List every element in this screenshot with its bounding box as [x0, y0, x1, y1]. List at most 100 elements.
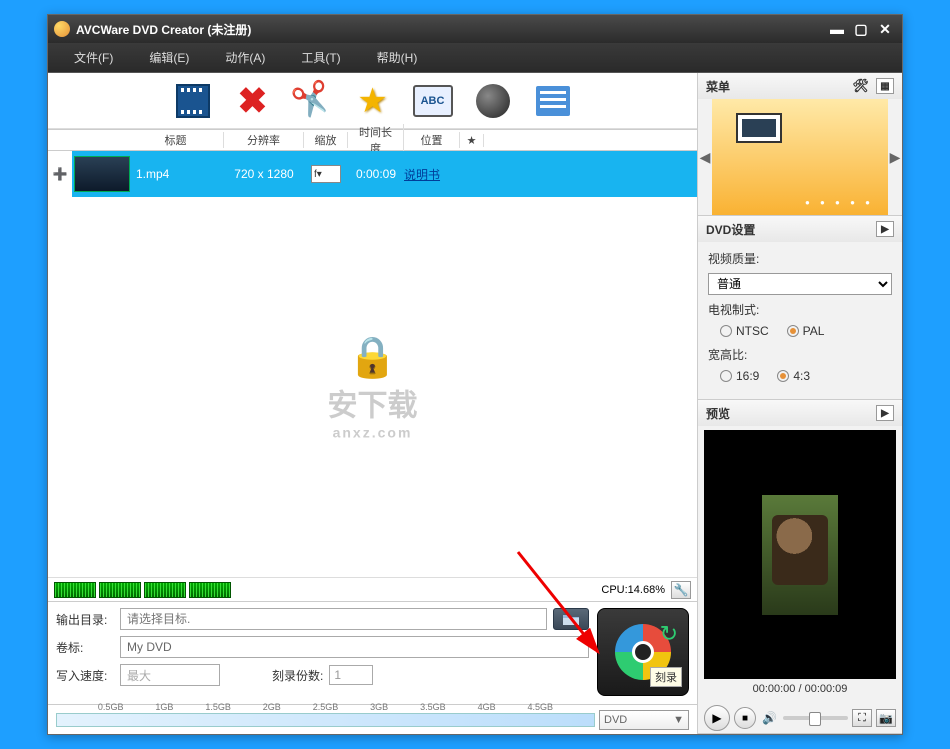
output-panel: 输出目录: 卷标: 写入速度: 刻录份数: [48, 601, 697, 704]
row-resolution: 720 x 1280 [224, 167, 304, 181]
delete-button[interactable]: ✖ [232, 80, 274, 122]
preview-image [762, 495, 838, 615]
minimize-button[interactable]: ▬ [826, 20, 848, 38]
col-star[interactable]: ★ [460, 134, 484, 147]
output-dir-input[interactable] [120, 608, 547, 630]
toolbar: ✖ ✂️ ★ ABC [48, 73, 697, 129]
row-duration: 0:00:09 [348, 167, 404, 181]
maximize-button[interactable]: ▢ [850, 20, 872, 38]
row-thumbnail [74, 156, 130, 192]
capacity-bar: 0.5GB 1GB 1.5GB 2GB 2.5GB 3GB 3.5GB 4GB … [56, 713, 595, 727]
speaker-icon [476, 84, 510, 118]
row-position-link[interactable]: 说明书 [404, 166, 460, 183]
menu-section-title: 菜单 [706, 78, 730, 95]
app-logo-icon [54, 21, 70, 37]
scissors-icon: ✂️ [289, 78, 336, 124]
aspect-label: 宽高比: [708, 346, 892, 363]
cpu-graph-3 [144, 582, 186, 598]
delete-icon: ✖ [237, 80, 267, 122]
dvd-settings-expand-button[interactable]: ▶ [876, 221, 894, 237]
preview-title: 预览 [706, 405, 730, 422]
output-dir-label: 输出目录: [56, 611, 114, 628]
menu-tools[interactable]: 工具(T) [283, 45, 358, 70]
preview-viewport [704, 430, 896, 679]
main-panel: ✖ ✂️ ★ ABC 标题 分辨率 缩放 时间长度 位置 ★ ➕ 1.mp [48, 73, 698, 734]
menubar: 文件(F) 编辑(E) 动作(A) 工具(T) 帮助(H) [48, 43, 902, 73]
disc-format-select[interactable]: DVD▼ [599, 710, 689, 730]
menu-slot-thumbnail [736, 113, 782, 143]
menu-action[interactable]: 动作(A) [207, 45, 283, 70]
cpu-graph-4 [189, 582, 231, 598]
row-zoom-select[interactable]: f ▾ [311, 165, 341, 183]
volume-label: 卷标: [56, 639, 114, 656]
table-header: 标题 分辨率 缩放 时间长度 位置 ★ [48, 129, 697, 151]
burn-arrow-icon: ↻ [660, 621, 678, 647]
effects-button[interactable]: ★ [352, 80, 394, 122]
burn-button[interactable]: ↻ 刻录 [597, 608, 689, 696]
radio-4-3[interactable]: 4:3 [777, 369, 810, 383]
tv-label: 电视制式: [708, 301, 892, 318]
abc-icon: ABC [413, 85, 453, 117]
menu-prev-button[interactable]: ◀ [698, 99, 712, 215]
play-button[interactable]: ▶ [704, 705, 730, 731]
burn-label: 刻录 [650, 667, 682, 687]
copies-label: 刻录份数: [272, 667, 323, 684]
speed-label: 写入速度: [56, 667, 114, 684]
menu-templates-button[interactable]: ▦ [876, 78, 894, 94]
menu-next-button[interactable]: ▶ [888, 99, 902, 215]
cpu-graph-1 [54, 582, 96, 598]
col-title[interactable]: 标题 [128, 132, 224, 148]
star-icon: ★ [357, 81, 387, 121]
file-list-area: 🔒 安下载 anxz.com [48, 197, 697, 577]
list-button[interactable] [532, 80, 574, 122]
close-button[interactable]: ✕ [874, 20, 896, 38]
radio-ntsc[interactable]: NTSC [720, 324, 769, 338]
col-position[interactable]: 位置 [404, 132, 460, 148]
file-row[interactable]: ➕ 1.mp4 720 x 1280 f ▾ 0:00:09 说明书 [48, 151, 697, 197]
menu-dots: ● ● ● ● ● [805, 198, 874, 207]
side-panel: 菜单 🛠 ▦ ◀ ● ● ● ● ● ▶ DVD设置 [698, 73, 902, 734]
titlebar: AVCWare DVD Creator (未注册) ▬ ▢ ✕ [48, 15, 902, 43]
quality-select[interactable]: 普通 [708, 273, 892, 295]
menu-template-preview[interactable]: ● ● ● ● ● [712, 99, 888, 215]
audio-button[interactable] [472, 80, 514, 122]
add-file-button[interactable] [172, 80, 214, 122]
menu-edit[interactable]: 编辑(E) [131, 45, 207, 70]
preview-time: 00:00:00 / 00:00:09 [698, 683, 902, 703]
snapshot-button[interactable]: 📷 [876, 709, 896, 727]
stop-button[interactable]: ■ [734, 707, 756, 729]
cut-button[interactable]: ✂️ [292, 80, 334, 122]
app-window: AVCWare DVD Creator (未注册) ▬ ▢ ✕ 文件(F) 编辑… [47, 14, 903, 735]
folder-icon [563, 613, 579, 625]
cpu-settings-button[interactable]: 🔧 [671, 581, 691, 599]
dvd-settings-title: DVD设置 [706, 221, 755, 238]
volume-icon[interactable]: 🔊 [762, 711, 777, 725]
radio-pal[interactable]: PAL [787, 324, 825, 338]
fullscreen-button[interactable]: ⛶ [852, 709, 872, 727]
menu-tools-icon[interactable]: 🛠 [852, 78, 869, 94]
volume-input[interactable] [120, 636, 589, 658]
radio-16-9[interactable]: 16:9 [720, 369, 759, 383]
col-zoom[interactable]: 缩放 [304, 132, 348, 148]
preview-expand-button[interactable]: ▶ [876, 405, 894, 421]
volume-slider[interactable] [783, 716, 848, 720]
row-status-icon: ➕ [48, 151, 72, 197]
speed-select[interactable] [120, 664, 220, 686]
menu-file[interactable]: 文件(F) [56, 45, 131, 70]
cpu-label: CPU:14.68% [601, 584, 665, 596]
lock-icon: 🔒 [328, 334, 418, 381]
browse-button[interactable] [553, 608, 589, 630]
quality-label: 视频质量: [708, 250, 892, 267]
copies-input[interactable] [329, 665, 373, 685]
capacity-scale: 0.5GB 1GB 1.5GB 2GB 2.5GB 3GB 3.5GB 4GB … [48, 704, 697, 734]
watermark: 🔒 安下载 anxz.com [328, 334, 418, 441]
window-title: AVCWare DVD Creator (未注册) [76, 21, 251, 38]
list-icon [536, 86, 570, 116]
row-title: 1.mp4 [132, 167, 224, 181]
menu-help[interactable]: 帮助(H) [359, 45, 436, 70]
col-resolution[interactable]: 分辨率 [224, 132, 304, 148]
cpu-row: CPU:14.68% 🔧 [48, 577, 697, 601]
playback-controls: ▶ ■ 🔊 ⛶ 📷 [698, 703, 902, 733]
subtitle-button[interactable]: ABC [412, 80, 454, 122]
cpu-graph-2 [99, 582, 141, 598]
